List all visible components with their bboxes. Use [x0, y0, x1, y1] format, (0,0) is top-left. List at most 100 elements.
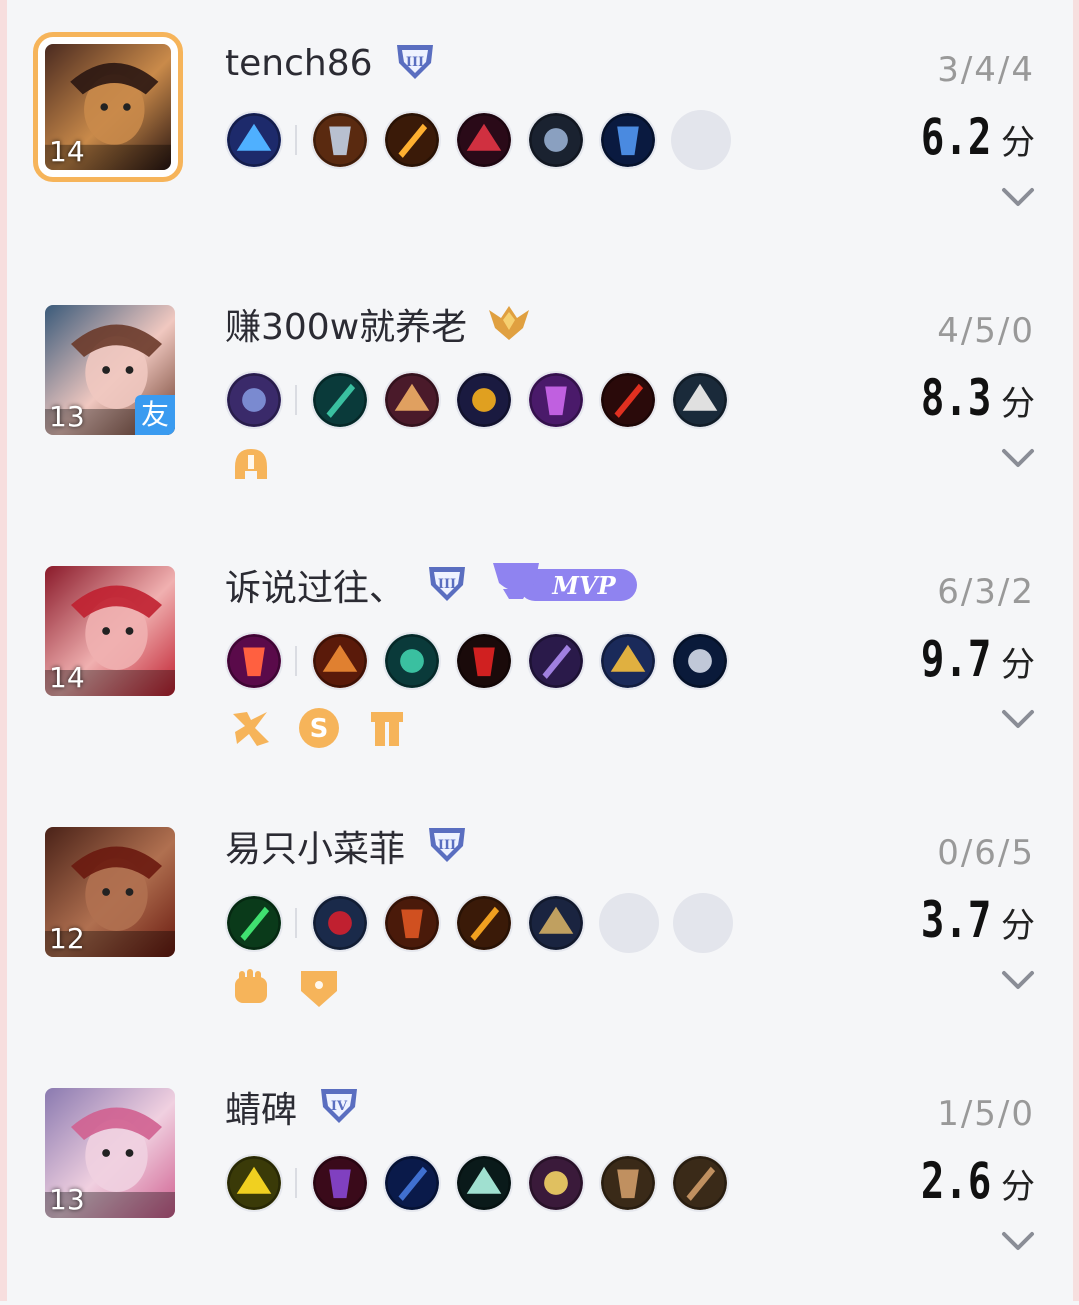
svg-text:III: III: [438, 838, 456, 853]
kda-stat: 1/5/0: [937, 1094, 1035, 1134]
armor-icon[interactable]: [527, 111, 585, 169]
green-dash-spell-icon[interactable]: [225, 894, 283, 952]
spellbook-icon[interactable]: [527, 1154, 585, 1212]
svg-text:III: III: [405, 55, 423, 70]
green-boots-icon[interactable]: [383, 632, 441, 690]
red-gem-icon[interactable]: [599, 371, 657, 429]
player-name[interactable]: tench86: [225, 43, 373, 84]
kda-stat: 6/3/2: [937, 572, 1035, 612]
sun-blade-icon[interactable]: [599, 632, 657, 690]
feather-icon[interactable]: [455, 1154, 513, 1212]
gold-armor-icon[interactable]: [527, 894, 585, 952]
gold-helm-icon[interactable]: [455, 894, 513, 952]
wooden-crate-icon[interactable]: [599, 1154, 657, 1212]
player-name[interactable]: 易只小菜菲: [225, 820, 405, 872]
chalice-icon[interactable]: [455, 371, 513, 429]
player-row[interactable]: 13 蜻碑 IV 1/5/0 2.6 分: [7, 1044, 1073, 1305]
divider: [295, 646, 297, 676]
boots-icon[interactable]: [311, 111, 369, 169]
score-value: 8.3: [920, 369, 991, 427]
equipment-row: [225, 110, 745, 170]
expand-chevron-icon[interactable]: [1001, 1230, 1035, 1254]
lightning-spell-icon[interactable]: [225, 111, 283, 169]
score-value: 3.7: [920, 891, 991, 949]
score: 2.6 分: [901, 1152, 1035, 1210]
dark-blade-icon[interactable]: [455, 111, 513, 169]
hero-avatar[interactable]: 14: [33, 32, 183, 182]
equipment-row: [225, 893, 747, 953]
steel-sword-icon[interactable]: [671, 632, 729, 690]
score-unit: 分: [1001, 123, 1035, 163]
achievement-badges: [229, 445, 273, 489]
purple-claw-icon[interactable]: [527, 632, 585, 690]
hero-level: 14: [49, 661, 85, 694]
empty-slot: [671, 110, 731, 170]
score-unit: 分: [1001, 906, 1035, 946]
gargoyle-spell-icon[interactable]: [225, 371, 283, 429]
player-name[interactable]: 诉说过往、: [225, 559, 405, 611]
orange-shield-badge-icon: [297, 967, 341, 1011]
green-boots-icon[interactable]: [311, 371, 369, 429]
purple-cloak-icon[interactable]: [527, 371, 585, 429]
expand-chevron-icon[interactable]: [1001, 447, 1035, 471]
player-name[interactable]: 赚300w就养老: [225, 298, 467, 350]
score: 8.3 分: [901, 369, 1035, 427]
score: 6.2 分: [901, 108, 1035, 166]
yellow-spin-spell-icon[interactable]: [225, 1154, 283, 1212]
white-armor-icon[interactable]: [671, 371, 729, 429]
orange-fist-badge-icon: [229, 967, 273, 1011]
equipment-row: [225, 371, 743, 429]
golden-axe-icon[interactable]: [311, 632, 369, 690]
expand-chevron-icon[interactable]: [1001, 708, 1035, 732]
expand-chevron-icon[interactable]: [1001, 969, 1035, 993]
player-row[interactable]: 14 诉说过往、 III MVP S 6/3/2 9.7 分: [7, 522, 1073, 783]
red-boots-icon[interactable]: [311, 894, 369, 952]
red-chestplate-icon[interactable]: [383, 894, 441, 952]
player-row[interactable]: 12 易只小菜菲 III 0/6/5 3.7 分: [7, 783, 1073, 1044]
rank-icon: III: [423, 559, 471, 611]
player-row[interactable]: 13 友 赚300w就养老 4/5/0 8.3 分: [7, 261, 1073, 522]
friend-badge: 友: [135, 395, 175, 435]
rank-icon: III: [423, 820, 471, 872]
hero-level: 13: [49, 400, 85, 433]
orange-helmet-badge-icon: [229, 445, 273, 489]
achievement-badges: S: [229, 706, 409, 750]
rank-icon: IV: [315, 1081, 363, 1133]
player-list: 14 tench86 III 3/4/4 6.2 分 13 友 赚300w就养老…: [7, 0, 1073, 1301]
mask-icon[interactable]: [383, 371, 441, 429]
orange-s-badge-icon: S: [297, 706, 341, 750]
kda-stat: 0/6/5: [937, 833, 1035, 873]
divider: [295, 908, 297, 938]
equipment-row: [225, 1154, 743, 1212]
score-unit: 分: [1001, 645, 1035, 685]
lightning-sword-icon[interactable]: [383, 111, 441, 169]
equipment-row: [225, 632, 743, 690]
svg-text:S: S: [310, 714, 329, 744]
player-name[interactable]: 蜻碑: [225, 1081, 297, 1133]
mvp-badge: MVP: [489, 559, 639, 611]
hero-avatar[interactable]: 12: [45, 827, 175, 957]
divider: [295, 125, 297, 155]
wooden-crate-icon[interactable]: [671, 1154, 729, 1212]
svg-text:III: III: [438, 577, 456, 592]
rank-icon: III: [391, 37, 439, 89]
score: 9.7 分: [901, 630, 1035, 688]
score-value: 6.2: [920, 108, 991, 166]
empty-slot: [599, 893, 659, 953]
dark-hat-icon[interactable]: [311, 1154, 369, 1212]
expand-chevron-icon[interactable]: [1001, 186, 1035, 210]
rank-icon: [485, 298, 533, 350]
blue-boots-icon[interactable]: [383, 1154, 441, 1212]
svg-text:IV: IV: [331, 1099, 348, 1114]
hero-avatar[interactable]: 13: [45, 1088, 175, 1218]
player-row[interactable]: 14 tench86 III 3/4/4 6.2 分: [7, 0, 1073, 261]
hero-level: 14: [49, 135, 85, 168]
slash-spell-icon[interactable]: [225, 632, 283, 690]
bow-icon[interactable]: [599, 111, 657, 169]
kda-stat: 4/5/0: [937, 311, 1035, 351]
svg-text:MVP: MVP: [551, 571, 616, 600]
divider: [295, 385, 297, 415]
hero-avatar[interactable]: 14: [45, 566, 175, 696]
red-scythe-icon[interactable]: [455, 632, 513, 690]
hero-avatar[interactable]: 13 友: [45, 305, 175, 435]
